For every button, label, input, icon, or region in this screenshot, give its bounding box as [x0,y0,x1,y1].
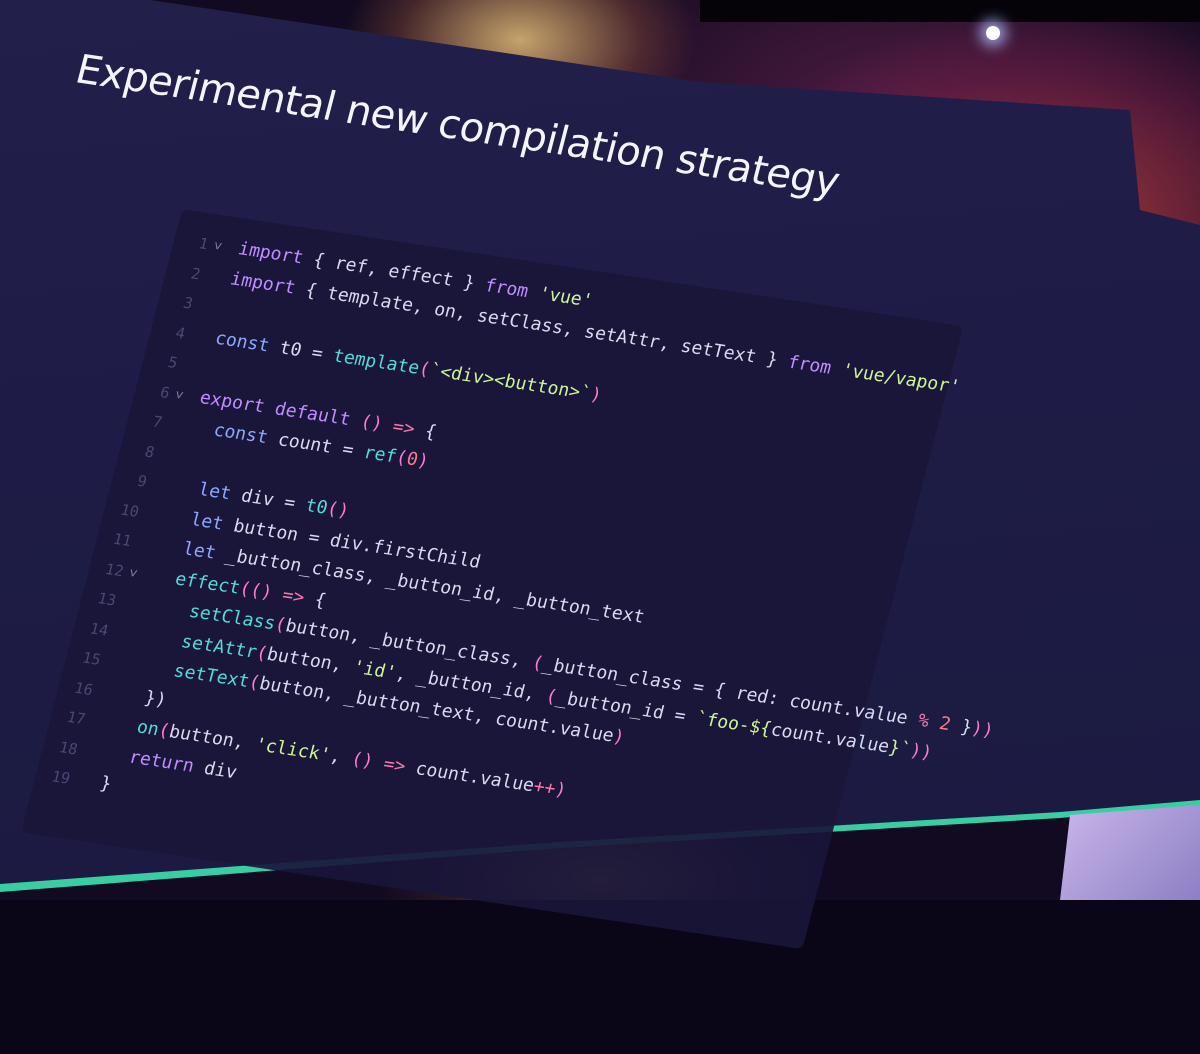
code-token: effect [172,568,243,599]
code-token: ref [361,442,399,468]
code-token: div [191,755,240,783]
code-token: { [411,418,439,443]
stage-prop [1060,805,1200,900]
code-token: const [211,419,271,449]
code-token: }) [120,683,169,711]
code-token: return [126,746,197,777]
code-token: import [228,267,298,299]
code-token: let [195,479,234,505]
code-token: 'id' [350,656,399,684]
code-token: const [212,327,272,356]
code-token: 'vue' [536,283,595,312]
code-token: )) [907,739,935,764]
code-token: let [180,538,219,564]
stage-spotlight [986,26,1000,40]
code-token: )) [969,717,996,742]
code-token: () [324,498,352,522]
code-token: from [785,351,834,379]
code-token: t0 = [266,335,337,366]
code-token: import [235,238,306,269]
code-token: from [482,275,531,302]
lighting-rig [700,0,1200,22]
code-token: { [301,587,329,611]
code-token: let [188,508,226,534]
